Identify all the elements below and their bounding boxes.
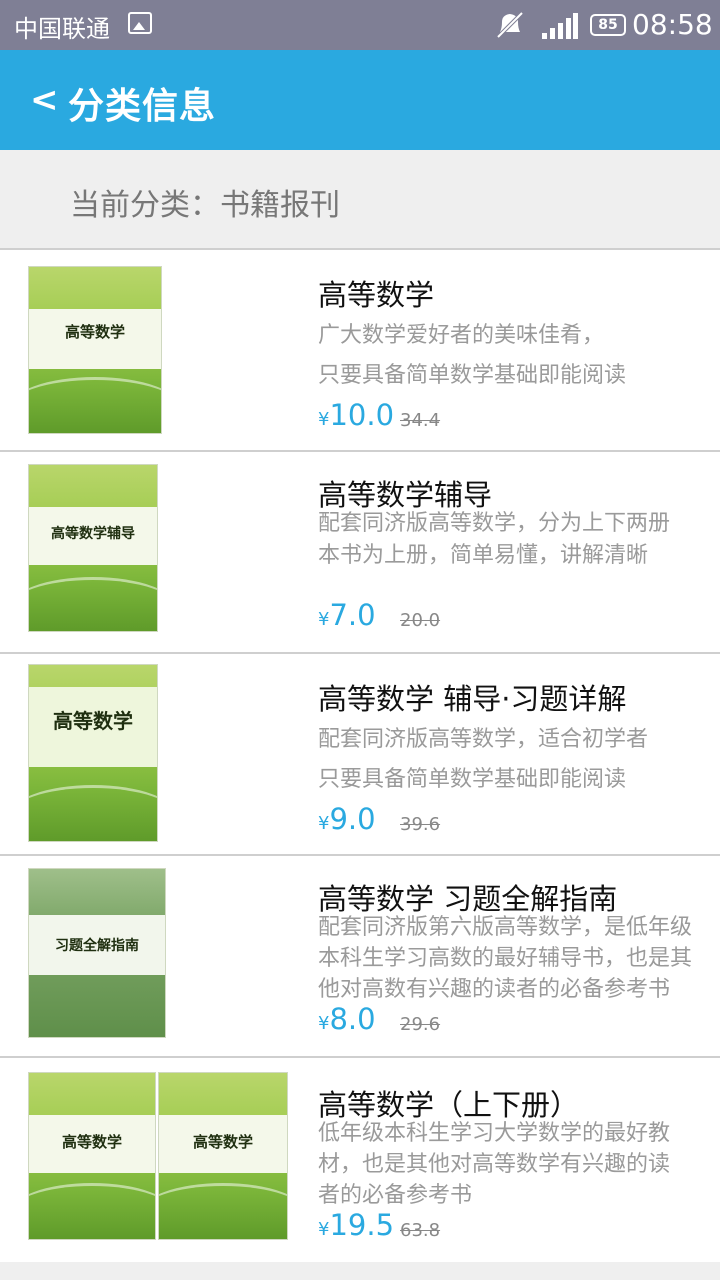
description-line: 者的必备参考书 <box>318 1183 473 1208</box>
book-cover-image: 高等数学 <box>28 1072 156 1240</box>
book-description: 配套同济版第六版高等数学，是低年级 本科生学习高数的最好辅导书，也是其 他对高数… <box>318 912 713 1005</box>
image-notification-icon <box>128 12 152 34</box>
original-price: 29.6 <box>400 1014 441 1035</box>
cover-title: 高等数学辅导 <box>51 526 135 542</box>
description-line: 广大数学爱好者的美味佳肴， <box>318 323 605 348</box>
cover-title: 习题全解指南 <box>55 938 139 954</box>
book-cover-image: 高等数学 <box>28 664 158 842</box>
currency-symbol: ¥ <box>318 1013 330 1034</box>
carrier-label: 中国联通 <box>14 15 110 43</box>
cover-title: 高等数学 <box>192 1133 253 1151</box>
mute-icon <box>496 11 524 39</box>
signal-icon <box>542 13 578 39</box>
book-item[interactable]: 高等数学辅导 高等数学辅导 配套同济版高等数学，分为上下两册 本书为上册，简单易… <box>0 450 720 652</box>
price-value: 19.5 <box>329 1208 395 1242</box>
description-line: 配套同济版高等数学，分为上下两册 <box>318 511 671 536</box>
book-description: 配套同济版高等数学，适合初学者 只要具备简单数学基础即能阅读 <box>318 724 713 796</box>
current-price: ¥8.0 <box>318 1002 376 1036</box>
current-price: ¥19.5 <box>318 1208 394 1242</box>
description-line: 只要具备简单数学基础即能阅读 <box>318 363 627 388</box>
price-value: 9.0 <box>329 802 376 836</box>
book-item[interactable]: 习题全解指南 高等数学 习题全解指南 配套同济版第六版高等数学，是低年级 本科生… <box>0 854 720 1056</box>
currency-symbol: ¥ <box>318 409 330 430</box>
current-category-label: 当前分类：书籍报刊 <box>70 188 340 223</box>
book-cover-image: 高等数学辅导 <box>28 464 158 632</box>
price-value: 7.0 <box>329 598 376 632</box>
original-price: 39.6 <box>400 814 441 835</box>
current-price: ¥9.0 <box>318 802 376 836</box>
category-bar: 当前分类：书籍报刊 <box>0 150 720 246</box>
currency-symbol: ¥ <box>318 609 330 630</box>
price-value: 8.0 <box>329 1002 376 1036</box>
description-line: 本书为上册，简单易懂，讲解清晰 <box>318 543 649 568</box>
price-value: 10.0 <box>329 398 395 432</box>
status-bar: 中国联通 85 08:58 <box>0 0 720 50</box>
book-cover-image: 高等数学 <box>28 266 162 434</box>
description-line: 他对高数有兴趣的读者的必备参考书 <box>318 977 671 1002</box>
original-price: 20.0 <box>400 610 441 631</box>
book-item[interactable]: 高等数学 高等数学 辅导·习题详解 配套同济版高等数学，适合初学者 只要具备简单… <box>0 652 720 854</box>
clock: 08:58 <box>632 8 713 41</box>
currency-symbol: ¥ <box>318 813 330 834</box>
description-line: 低年级本科生学习大学数学的最好教 <box>318 1121 671 1146</box>
book-item[interactable]: 高等数学 高等数学 广大数学爱好者的美味佳肴， 只要具备简单数学基础即能阅读 ¥… <box>0 248 720 452</box>
description-line: 配套同济版高等数学，适合初学者 <box>318 727 649 752</box>
currency-symbol: ¥ <box>318 1219 330 1240</box>
book-title: 高等数学 <box>318 278 435 312</box>
book-item[interactable]: 高等数学 高等数学 高等数学（上下册） 低年级本科生学习大学数学的最好教 材，也… <box>0 1056 720 1262</box>
current-price: ¥10.0 <box>318 398 394 432</box>
description-line: 只要具备简单数学基础即能阅读 <box>318 767 627 792</box>
original-price: 34.4 <box>400 410 441 431</box>
description-line: 本科生学习高数的最好辅导书，也是其 <box>318 946 693 971</box>
battery-icon: 85 <box>590 14 626 36</box>
book-title: 高等数学 辅导·习题详解 <box>318 682 627 716</box>
book-cover-image: 高等数学 <box>158 1072 288 1240</box>
description-line: 材，也是其他对高等数学有兴趣的读 <box>318 1152 671 1177</box>
app-header: < 分类信息 <box>0 50 720 150</box>
cover-title: 高等数学 <box>53 709 133 733</box>
original-price: 63.8 <box>400 1220 441 1241</box>
book-description: 配套同济版高等数学，分为上下两册 本书为上册，简单易懂，讲解清晰 <box>318 508 713 572</box>
book-description: 广大数学爱好者的美味佳肴， 只要具备简单数学基础即能阅读 <box>318 320 713 392</box>
description-line: 配套同济版第六版高等数学，是低年级 <box>318 915 693 940</box>
book-description: 低年级本科生学习大学数学的最好教 材，也是其他对高等数学有兴趣的读 者的必备参考… <box>318 1118 713 1211</box>
page-title: 分类信息 <box>68 86 217 127</box>
cover-title: 高等数学 <box>64 323 125 341</box>
cover-title: 高等数学 <box>61 1133 122 1151</box>
current-price: ¥7.0 <box>318 598 376 632</box>
back-icon[interactable]: < <box>30 80 59 120</box>
book-cover-image: 习题全解指南 <box>28 868 166 1038</box>
